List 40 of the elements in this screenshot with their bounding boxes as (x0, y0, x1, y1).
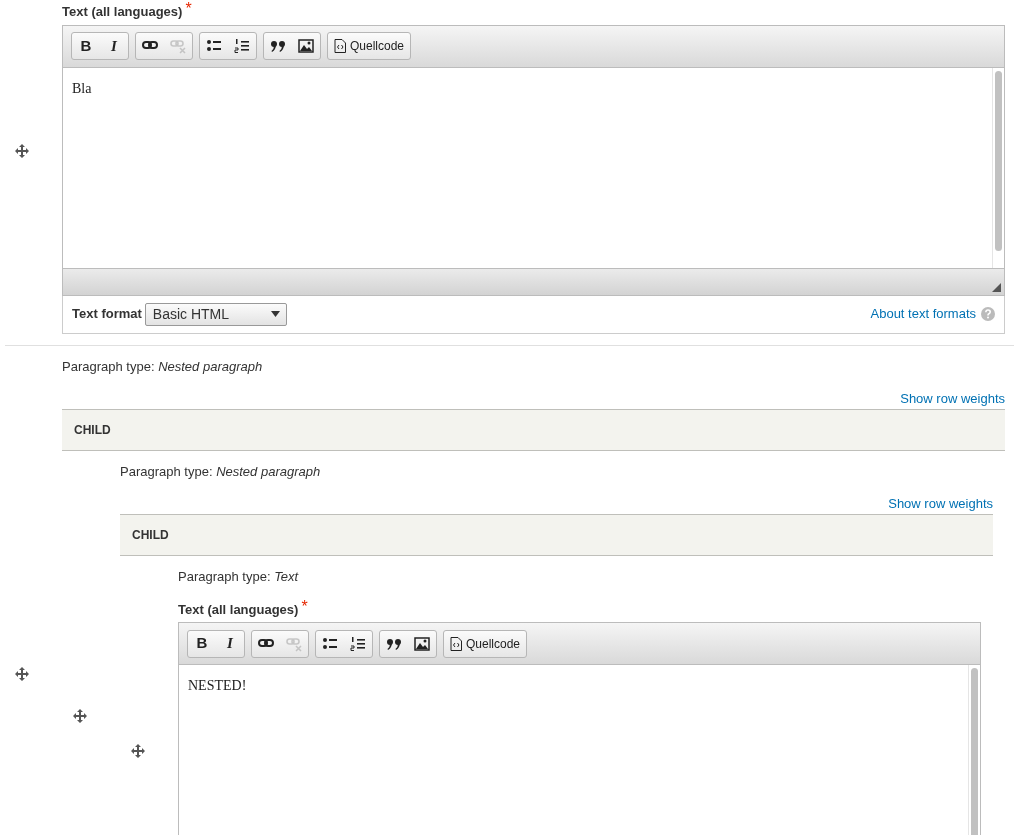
drag-handle-icon (131, 743, 145, 758)
text-format-label: Text format (72, 305, 142, 324)
drag-handle-icon (73, 708, 87, 723)
image-icon (414, 635, 430, 652)
source-button[interactable]: Quellcode (445, 631, 526, 656)
help-link[interactable]: About text formats (870, 304, 976, 324)
text-format-select[interactable]: Basic HTML (144, 302, 287, 326)
numbered-list-icon (234, 38, 250, 54)
drag-handle-icon (15, 666, 29, 681)
bullet-list-icon (322, 635, 338, 652)
italic-button[interactable]: I (101, 34, 127, 58)
table-header: CHILD (62, 408, 1005, 451)
caret-icon (270, 311, 280, 317)
required-marker: * (301, 599, 308, 614)
paragraph-type-text: Paragraph type: Nested paragraph (120, 462, 322, 481)
unlink-icon (170, 38, 186, 54)
source-button[interactable]: Quellcode (329, 34, 410, 58)
document-icon (450, 636, 462, 651)
image-icon (298, 38, 314, 54)
numbered-list-icon (350, 635, 366, 652)
bold-button[interactable]: B (73, 34, 99, 58)
unlink-icon (286, 635, 302, 652)
document-icon (334, 39, 346, 53)
show-row-weights-link[interactable]: Show row weights (900, 389, 1005, 408)
show-row-weights-link[interactable]: Show row weights (888, 494, 993, 513)
field-label: Text (all languages) (62, 3, 183, 21)
editor-text-area[interactable]: Bla (63, 67, 992, 268)
drag-handle-icon (15, 144, 29, 158)
paragraph-type-text: Paragraph type: Nested paragraph (62, 357, 264, 376)
editor-text-area[interactable]: NESTED! (179, 665, 968, 835)
resize-handle-icon (992, 282, 1001, 292)
bold-button[interactable]: B (189, 631, 215, 656)
italic-button[interactable]: I (217, 631, 243, 656)
bullet-list-icon (206, 38, 222, 54)
quote-icon (270, 38, 286, 54)
paragraph-type-text: Paragraph type: Text (178, 567, 300, 586)
required-marker: * (185, 2, 192, 16)
table-header: CHILD (120, 513, 993, 556)
field-label: Text (all languages) (178, 600, 299, 619)
help-icon (981, 307, 995, 321)
